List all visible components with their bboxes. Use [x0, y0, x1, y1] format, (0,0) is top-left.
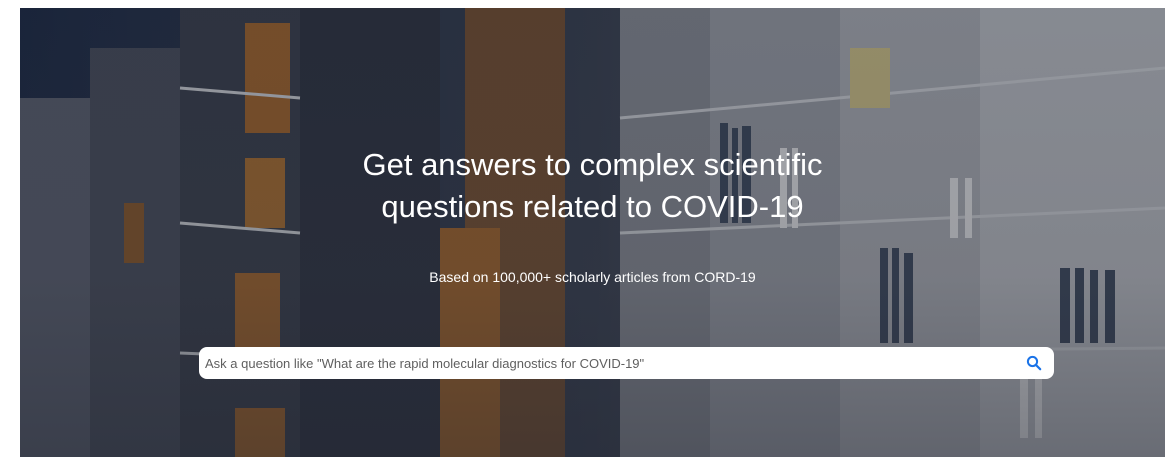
hero-headline: Get answers to complex scientific questi…	[20, 144, 1165, 228]
hero-dark-overlay	[20, 8, 1165, 457]
search-input[interactable]	[199, 347, 999, 379]
search-button[interactable]	[1022, 351, 1046, 375]
hero-headline-line1: Get answers to complex scientific	[362, 147, 823, 182]
hero-headline-line2: questions related to COVID-19	[381, 189, 804, 224]
hero-subheadline: Based on 100,000+ scholarly articles fro…	[429, 269, 756, 285]
search-box	[199, 347, 1054, 379]
search-icon	[1026, 355, 1042, 371]
hero-banner: Get answers to complex scientific questi…	[20, 8, 1165, 457]
